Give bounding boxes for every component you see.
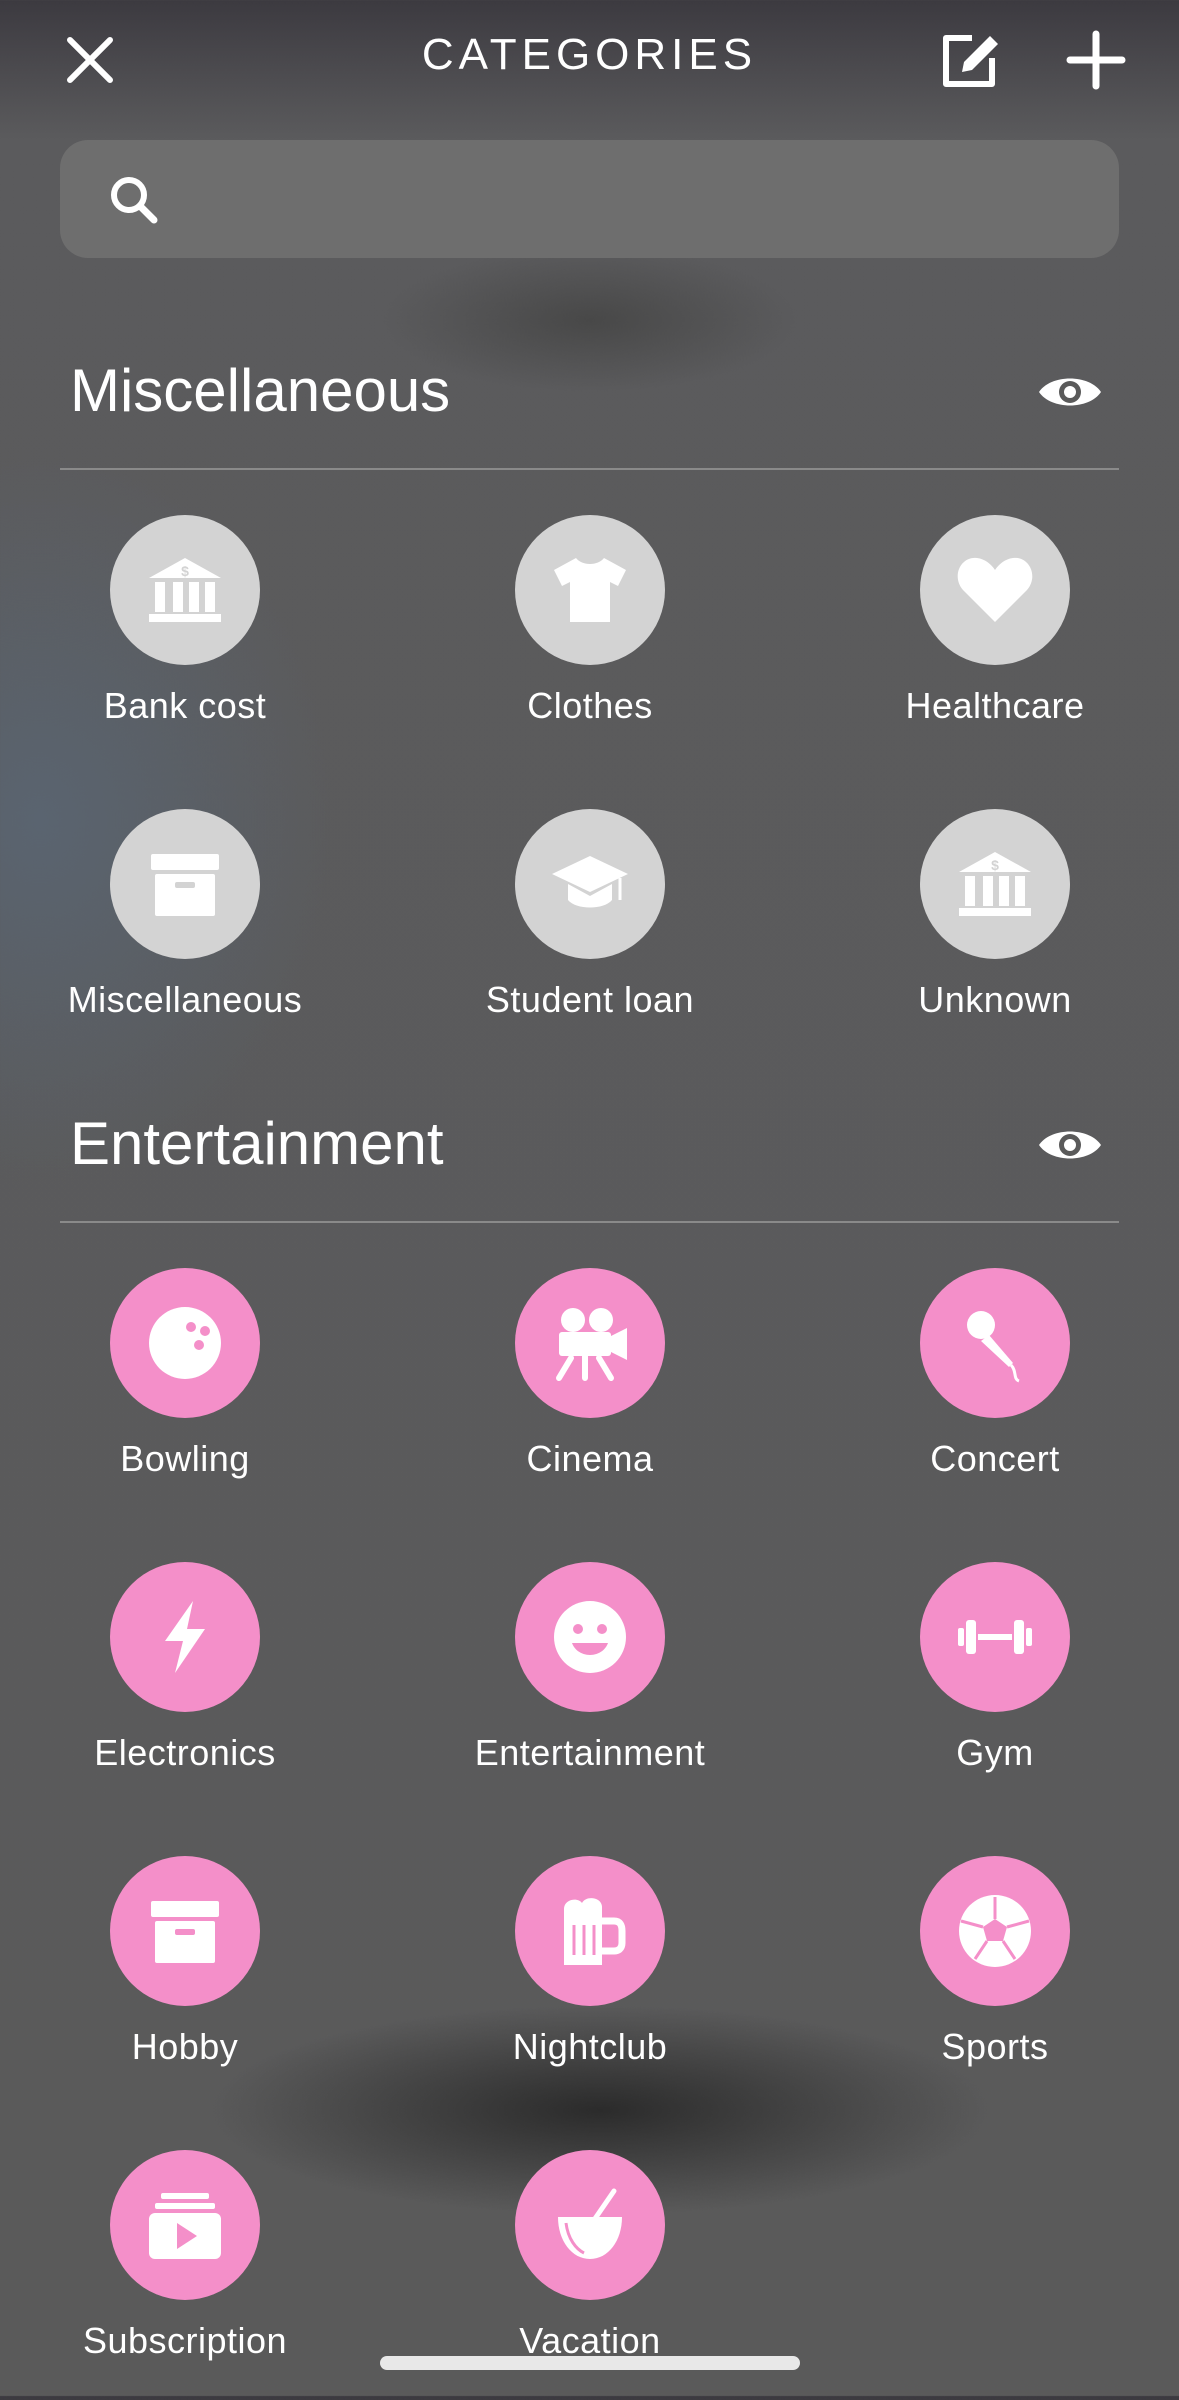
section-divider: [60, 468, 1119, 470]
category-label: Clothes: [527, 685, 653, 726]
microphone-icon: [967, 1311, 1020, 1383]
coconut-drink-icon: [558, 2188, 622, 2259]
category-icon-circle: [920, 1856, 1070, 2006]
archive-box-icon: [151, 854, 219, 916]
home-indicator[interactable]: [380, 2356, 800, 2370]
top-bar: CATEGORIES: [0, 0, 1179, 120]
beer-mug-icon: [564, 1898, 626, 1965]
smiley-face-icon: [554, 1601, 626, 1673]
category-gym[interactable]: Gym: [810, 1562, 1140, 1812]
film-camera-icon: [556, 1308, 627, 1381]
category-label: Electronics: [94, 1732, 276, 1773]
section-title: Entertainment: [70, 1110, 444, 1177]
category-clothes[interactable]: Clothes: [405, 515, 735, 765]
category-icon-circle: $: [920, 809, 1070, 959]
search-icon: [111, 177, 158, 224]
archive-box-icon: [151, 1901, 219, 1963]
category-hobby[interactable]: Hobby: [0, 1856, 330, 2106]
heart-icon: [957, 557, 1033, 622]
category-icon-circle: [515, 809, 665, 959]
category-icon-circle: [110, 1856, 260, 2006]
category-label: Miscellaneous: [67, 979, 303, 1020]
category-icon-circle: [920, 1268, 1070, 1418]
section-header-miscellaneous: Miscellaneous: [60, 330, 1119, 450]
category-miscellaneous[interactable]: Miscellaneous: [0, 809, 330, 1059]
category-sports[interactable]: Sports: [810, 1856, 1140, 2106]
category-label: Gym: [956, 1732, 1034, 1773]
category-concert[interactable]: Concert: [810, 1268, 1140, 1518]
add-category-button[interactable]: [1058, 22, 1134, 98]
category-bank-cost[interactable]: $ Bank cost: [0, 515, 330, 765]
svg-text:$: $: [991, 857, 999, 873]
search-field[interactable]: [60, 140, 1119, 258]
category-icon-circle: [110, 809, 260, 959]
edit-icon: [943, 35, 998, 87]
category-icon-circle: [515, 1562, 665, 1712]
category-label: Sports: [941, 2026, 1049, 2067]
category-healthcare[interactable]: Healthcare: [810, 515, 1140, 765]
category-label: Entertainment: [474, 1732, 706, 1773]
graduation-cap-icon: [552, 856, 628, 908]
category-cinema[interactable]: Cinema: [405, 1268, 735, 1518]
category-icon-circle: [110, 1268, 260, 1418]
category-icon-circle: [110, 2150, 260, 2300]
category-icon-circle: [515, 1268, 665, 1418]
plus-icon: [1066, 30, 1126, 90]
category-label: Healthcare: [905, 685, 1085, 726]
category-label: Subscription: [82, 2320, 288, 2361]
category-label: Bank cost: [103, 685, 267, 726]
section-title: Miscellaneous: [70, 357, 451, 424]
svg-text:$: $: [181, 563, 189, 579]
eye-icon[interactable]: [1037, 1123, 1103, 1167]
category-icon-circle: [515, 1856, 665, 2006]
category-label: Unknown: [918, 979, 1072, 1020]
category-icon-circle: [920, 1562, 1070, 1712]
category-icon-circle: $: [110, 515, 260, 665]
category-subscription[interactable]: Subscription: [0, 2150, 330, 2400]
play-button-icon: [149, 2193, 221, 2259]
category-unknown[interactable]: $ Unknown: [810, 809, 1140, 1059]
bank-icon: $: [149, 558, 221, 622]
section-divider: [60, 1221, 1119, 1223]
eye-icon[interactable]: [1037, 370, 1103, 414]
category-label: Cinema: [526, 1438, 654, 1479]
edit-button[interactable]: [932, 22, 1008, 98]
bank-icon: $: [959, 852, 1031, 916]
soccer-ball-icon: [959, 1895, 1031, 1967]
lightning-bolt-icon: [165, 1601, 205, 1673]
category-entertainment[interactable]: Entertainment: [405, 1562, 735, 1812]
category-label: Concert: [930, 1438, 1060, 1479]
category-label: Bowling: [120, 1438, 250, 1479]
section-header-entertainment: Entertainment: [60, 1083, 1119, 1203]
category-icon-circle: [515, 2150, 665, 2300]
category-icon-circle: [110, 1562, 260, 1712]
tshirt-icon: [554, 558, 626, 622]
category-icon-circle: [515, 515, 665, 665]
category-nightclub[interactable]: Nightclub: [405, 1856, 735, 2106]
bowling-ball-icon: [149, 1307, 221, 1379]
category-icon-circle: [920, 515, 1070, 665]
category-label: Nightclub: [512, 2026, 668, 2067]
dumbbell-icon: [958, 1620, 1032, 1654]
category-label: Student loan: [485, 979, 695, 1020]
category-electronics[interactable]: Electronics: [0, 1562, 330, 1812]
category-label: Hobby: [131, 2026, 239, 2067]
search-input[interactable]: [180, 160, 1084, 240]
category-bowling[interactable]: Bowling: [0, 1268, 330, 1518]
category-student-loan[interactable]: Student loan: [405, 809, 735, 1059]
